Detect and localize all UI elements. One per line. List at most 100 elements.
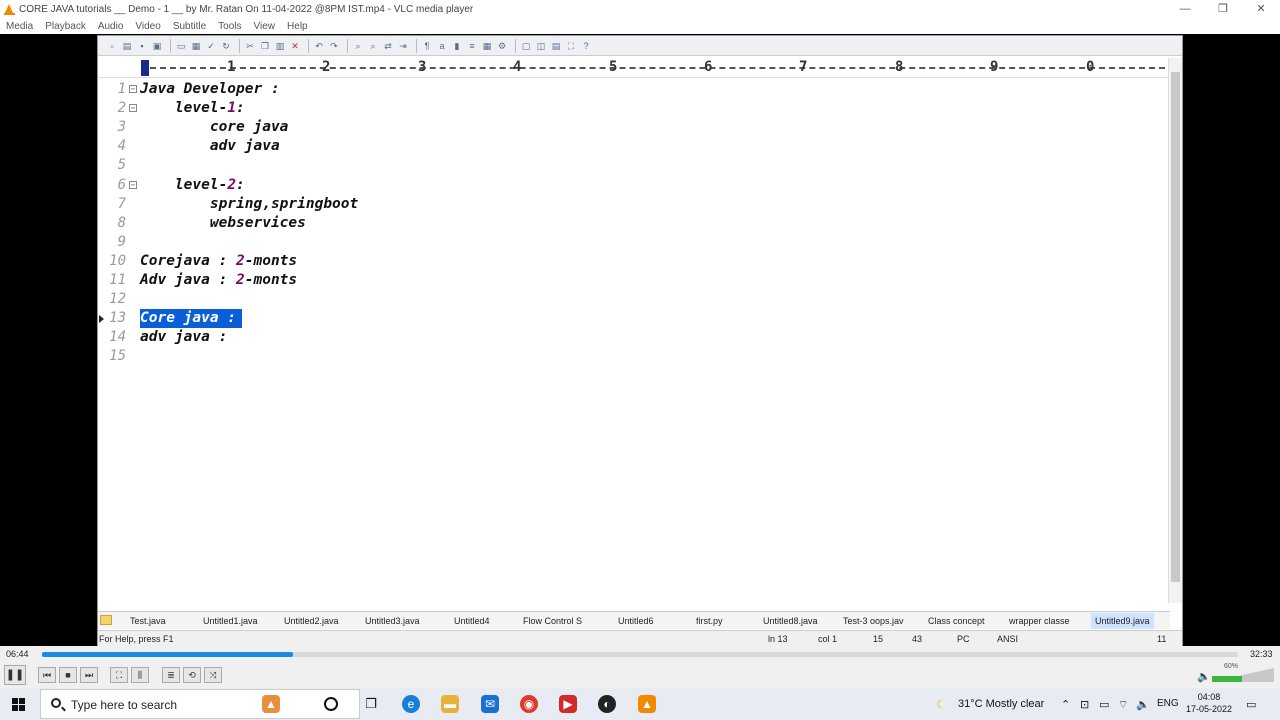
code-line[interactable]: 9: [98, 233, 1166, 252]
document-tab[interactable]: Untitled3.java: [365, 616, 420, 626]
redo-icon[interactable]: ↷: [328, 40, 340, 52]
print-icon[interactable]: ▦: [190, 40, 202, 52]
fold-toggle-icon[interactable]: −: [129, 104, 137, 113]
previous-button[interactable]: ⏮: [38, 667, 56, 683]
code-line[interactable]: 6− level-2:: [98, 176, 1166, 195]
document-tab[interactable]: Untitled8.java: [763, 616, 818, 626]
speaker-icon[interactable]: 🔈: [1197, 670, 1211, 683]
menu-tools[interactable]: Tools: [212, 21, 247, 32]
refresh-icon[interactable]: ↻: [220, 40, 232, 52]
code-line[interactable]: 8 webservices: [98, 214, 1166, 233]
save-all-icon[interactable]: ▣: [151, 40, 163, 52]
task-view-icon[interactable]: ❐: [362, 695, 380, 713]
pause-button[interactable]: ❚❚: [4, 665, 26, 685]
code-line[interactable]: 3 core java: [98, 118, 1166, 137]
fullscreen-icon[interactable]: ⛶: [565, 40, 577, 52]
document-tab[interactable]: Untitled6: [618, 616, 654, 626]
display-icon[interactable]: ▭: [1099, 698, 1109, 711]
edge-icon[interactable]: e: [402, 695, 420, 713]
tile-icon[interactable]: ▤: [550, 40, 562, 52]
document-tab[interactable]: Test.java: [130, 616, 166, 626]
seek-track[interactable]: [42, 652, 1238, 657]
menu-media[interactable]: Media: [0, 21, 39, 32]
document-tab[interactable]: Untitled4: [454, 616, 490, 626]
code-line[interactable]: 10 Corejava : 2-monts: [98, 252, 1166, 271]
volume-icon[interactable]: 🔈: [1136, 698, 1150, 711]
list-icon[interactable]: ≡: [466, 40, 478, 52]
new-file-icon[interactable]: ▫: [106, 40, 118, 52]
replace-icon[interactable]: ⇄: [382, 40, 394, 52]
vertical-scrollbar[interactable]: [1168, 58, 1182, 603]
shuffle-button[interactable]: ⤨: [204, 667, 222, 683]
delete-icon[interactable]: ✕: [289, 40, 301, 52]
highlight-icon[interactable]: ▮: [451, 40, 463, 52]
wifi-icon[interactable]: ⌔: [1118, 698, 1128, 712]
vlc-taskbar-icon[interactable]: ▲: [638, 695, 656, 713]
code-line[interactable]: 15: [98, 347, 1166, 366]
file-explorer-icon[interactable]: ▬: [441, 695, 459, 713]
close-button[interactable]: ✕: [1242, 0, 1280, 18]
code-line[interactable]: 7 spring,springboot: [98, 195, 1166, 214]
playlist-button[interactable]: ≣: [162, 667, 180, 683]
document-tab[interactable]: wrapper classe: [1009, 616, 1070, 626]
print-preview-icon[interactable]: ▭: [175, 40, 187, 52]
chevron-up-icon[interactable]: ⌃: [1061, 698, 1070, 711]
code-line[interactable]: 1− Java Developer :: [98, 80, 1166, 99]
split-icon[interactable]: ◫: [535, 40, 547, 52]
find-icon[interactable]: ⌕: [352, 40, 364, 52]
document-tab[interactable]: Test-3 oops.jav: [843, 616, 904, 626]
clock[interactable]: 04:08 17-05-2022: [1186, 691, 1232, 715]
save-icon[interactable]: ▪: [136, 40, 148, 52]
document-tab[interactable]: Untitled9.java: [1091, 613, 1154, 629]
word-wrap-icon[interactable]: ¶: [421, 40, 433, 52]
menu-video[interactable]: Video: [129, 21, 166, 32]
cortana-icon[interactable]: [324, 697, 338, 711]
extended-settings-button[interactable]: ⫼: [131, 667, 149, 683]
code-line[interactable]: 12: [98, 290, 1166, 309]
taskbar-search[interactable]: Type here to search: [40, 689, 360, 719]
settings-icon[interactable]: ⚙: [496, 40, 508, 52]
mail-icon[interactable]: ✉: [481, 695, 499, 713]
network-icon[interactable]: ⊡: [1080, 698, 1089, 711]
media-app-icon[interactable]: ▶: [559, 695, 577, 713]
chrome-icon[interactable]: ◉: [520, 695, 538, 713]
find-next-icon[interactable]: ⌕: [367, 40, 379, 52]
code-line[interactable]: 11 Adv java : 2-monts: [98, 271, 1166, 290]
fold-toggle-icon[interactable]: −: [129, 85, 137, 93]
font-icon[interactable]: a: [436, 40, 448, 52]
cut-icon[interactable]: ✂: [244, 40, 256, 52]
spell-check-icon[interactable]: ✓: [205, 40, 217, 52]
windows-start-icon[interactable]: [12, 698, 25, 711]
loop-button[interactable]: ⟲: [183, 667, 201, 683]
document-tab[interactable]: Untitled2.java: [284, 616, 339, 626]
minimize-button[interactable]: —: [1166, 0, 1204, 18]
goto-icon[interactable]: ⇥: [397, 40, 409, 52]
temple-app-icon[interactable]: ▲: [262, 695, 280, 713]
document-tab[interactable]: first.py: [696, 616, 723, 626]
document-tab[interactable]: Class concept: [928, 616, 985, 626]
paste-icon[interactable]: ▥: [274, 40, 286, 52]
fold-toggle-icon[interactable]: −: [129, 180, 137, 189]
restore-button[interactable]: ❐: [1204, 0, 1242, 18]
code-line[interactable]: 13 Core java :: [98, 309, 1166, 329]
next-button[interactable]: ⏭: [80, 667, 98, 683]
menu-view[interactable]: View: [248, 21, 282, 32]
copy-icon[interactable]: ❐: [259, 40, 271, 52]
document-tab[interactable]: Untitled1.java: [203, 616, 258, 626]
scrollbar-thumb[interactable]: [1171, 72, 1180, 582]
window-icon[interactable]: ▢: [520, 40, 532, 52]
document-tab[interactable]: Flow Control S: [523, 616, 582, 626]
undo-icon[interactable]: ↶: [313, 40, 325, 52]
open-folder-icon[interactable]: ▤: [121, 40, 133, 52]
code-line[interactable]: 14 adv java :: [98, 328, 1166, 347]
obs-icon[interactable]: ◐: [598, 695, 616, 713]
code-line[interactable]: 4 adv java: [98, 137, 1166, 156]
code-line[interactable]: 5: [98, 156, 1166, 175]
folder-icon[interactable]: [100, 615, 112, 625]
fullscreen-button[interactable]: ⛶: [110, 667, 128, 683]
menu-audio[interactable]: Audio: [92, 21, 130, 32]
code-line[interactable]: 2− level-1:: [98, 99, 1166, 118]
grid-icon[interactable]: ▦: [481, 40, 493, 52]
menu-playback[interactable]: Playback: [39, 21, 92, 32]
stop-button[interactable]: ■: [59, 667, 77, 683]
